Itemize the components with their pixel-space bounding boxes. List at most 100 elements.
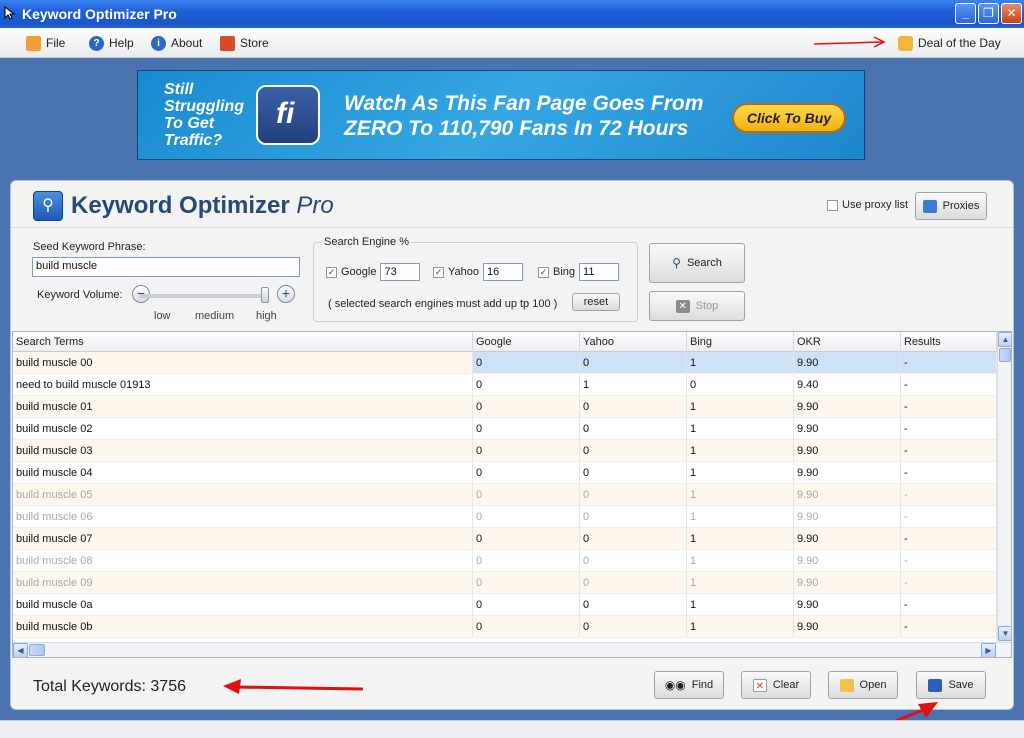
table-row[interactable]: build muscle 07 0 0 1 9.90- [13,528,997,550]
keyword-volume-slider[interactable] [139,294,269,298]
scroll-up-icon[interactable]: ▲ [998,332,1011,347]
menu-deal-of-the-day[interactable]: Deal of the Day [898,35,1001,51]
header-divider [11,227,1013,228]
menu-store[interactable]: Store [220,35,269,51]
cell-term: build muscle 03 [13,440,473,462]
use-proxy-checkbox[interactable]: Use proxy list [827,199,908,211]
bing-checkbox[interactable]: ✓ [538,266,549,278]
help-icon: ? [89,35,104,51]
menu-about-label: About [171,36,203,50]
cell-google: 0 [473,462,580,484]
ad-banner[interactable]: Still Struggling To Get Traffic? fi Watc… [137,70,865,160]
cell-results: - [901,594,997,616]
cell-okr: 9.90 [794,572,901,594]
seed-keyword-input[interactable]: build muscle [32,257,300,277]
cell-google: 0 [473,374,580,396]
cell-yahoo: 0 [580,418,687,440]
cell-google: 0 [473,484,580,506]
column-search-terms[interactable]: Search Terms [13,332,473,352]
menu-help[interactable]: ? Help [89,35,134,51]
reset-button[interactable]: reset [572,293,620,311]
proxy-checkbox-box[interactable] [827,199,838,211]
save-button[interactable]: Save [916,671,986,699]
close-button[interactable]: ✕ [1001,3,1022,24]
table-row[interactable]: build muscle 06 0 0 1 9.90- [13,506,997,528]
menu-store-label: Store [240,36,269,50]
column-results[interactable]: Results [901,332,997,352]
find-button[interactable]: ◉◉ Find [654,671,724,699]
horizontal-scroll-thumb[interactable] [29,644,45,656]
table-row[interactable]: build muscle 0b 0 0 1 9.90- [13,616,997,638]
volume-tick-high: high [256,310,277,322]
app-title: Keyword Optimizer Pro [71,192,334,219]
vertical-scroll-thumb[interactable] [999,348,1011,362]
column-yahoo[interactable]: Yahoo [580,332,687,352]
cell-bing: 1 [687,506,794,528]
scroll-right-icon[interactable]: ▶ [981,643,996,657]
cell-yahoo: 0 [580,396,687,418]
column-bing[interactable]: Bing [687,332,794,352]
status-bar [0,720,1024,738]
bing-percent-input[interactable]: 11 [579,263,620,281]
horizontal-scrollbar[interactable]: ◀ ▶ [13,642,1011,657]
keyword-volume-label: Keyword Volume: [37,289,123,301]
table-row[interactable]: build muscle 09 0 0 1 9.90- [13,572,997,594]
cell-results: - [901,484,997,506]
cell-bing: 1 [687,550,794,572]
scroll-down-icon[interactable]: ▼ [998,626,1011,641]
table-row[interactable]: need to build muscle 01913 0 1 0 9.40- [13,374,997,396]
yahoo-checkbox[interactable]: ✓ [433,266,444,278]
table-row[interactable]: build muscle 00 0 0 1 9.90- [13,352,997,374]
proxies-button[interactable]: Proxies [915,192,987,220]
deal-label: Deal of the Day [918,36,1001,50]
table-header: Search Terms Google Yahoo Bing OKR Resul… [13,332,997,352]
column-okr[interactable]: OKR [794,332,901,352]
cell-yahoo: 0 [580,616,687,638]
menu-about[interactable]: i About [151,35,202,51]
scroll-left-icon[interactable]: ◀ [13,643,28,657]
maximize-button[interactable]: ❐ [978,3,999,24]
clear-button[interactable]: ✕ Clear [741,671,811,699]
search-engine-group: Search Engine % ✓ Google 73 ✓ Yahoo 16 ✓… [313,236,638,322]
cell-term: build muscle 00 [13,352,473,374]
cell-okr: 9.90 [794,396,901,418]
table-row[interactable]: build muscle 05 0 0 1 9.90- [13,484,997,506]
cursor-icon [4,6,16,20]
cell-google: 0 [473,572,580,594]
table-row[interactable]: build muscle 03 0 0 1 9.90- [13,440,997,462]
engine-bing: ✓ Bing 11 [538,263,620,281]
google-percent-input[interactable]: 73 [380,263,421,281]
cell-bing: 1 [687,440,794,462]
table-row[interactable]: build muscle 02 0 0 1 9.90- [13,418,997,440]
window-titlebar[interactable]: Keyword Optimizer Pro _ ❐ ✕ [0,0,1024,28]
table-row[interactable]: build muscle 08 0 0 1 9.90- [13,550,997,572]
cell-results: - [901,418,997,440]
magnifier-logo-icon: ⚲ [33,191,63,221]
vertical-scrollbar[interactable]: ▲ ▼ [997,332,1011,642]
cell-google: 0 [473,550,580,572]
table-row[interactable]: build muscle 01 0 0 1 9.90- [13,396,997,418]
volume-increase-button[interactable]: + [277,285,295,303]
column-google[interactable]: Google [473,332,580,352]
menu-file[interactable]: File [26,35,65,51]
minimize-button[interactable]: _ [955,3,976,24]
cell-results: - [901,352,997,374]
keyword-volume-slider-thumb[interactable] [261,287,269,303]
table-row[interactable]: build muscle 04 0 0 1 9.90- [13,462,997,484]
click-to-buy-button[interactable]: Click To Buy [732,103,846,133]
cell-bing: 1 [687,352,794,374]
cell-yahoo: 0 [580,506,687,528]
google-checkbox[interactable]: ✓ [326,266,337,278]
search-button[interactable]: ⚲ Search [649,243,745,283]
binoculars-icon: ◉◉ [664,678,686,692]
stop-button[interactable]: ✕ Stop [649,291,745,321]
thumbs-up-icon [898,35,913,51]
cell-okr: 9.90 [794,616,901,638]
open-button[interactable]: Open [828,671,898,699]
table-row[interactable]: build muscle 0a 0 0 1 9.90- [13,594,997,616]
cell-google: 0 [473,418,580,440]
cell-yahoo: 0 [580,594,687,616]
search-engine-legend: Search Engine % [322,236,411,248]
cell-okr: 9.90 [794,594,901,616]
yahoo-percent-input[interactable]: 16 [483,263,523,281]
